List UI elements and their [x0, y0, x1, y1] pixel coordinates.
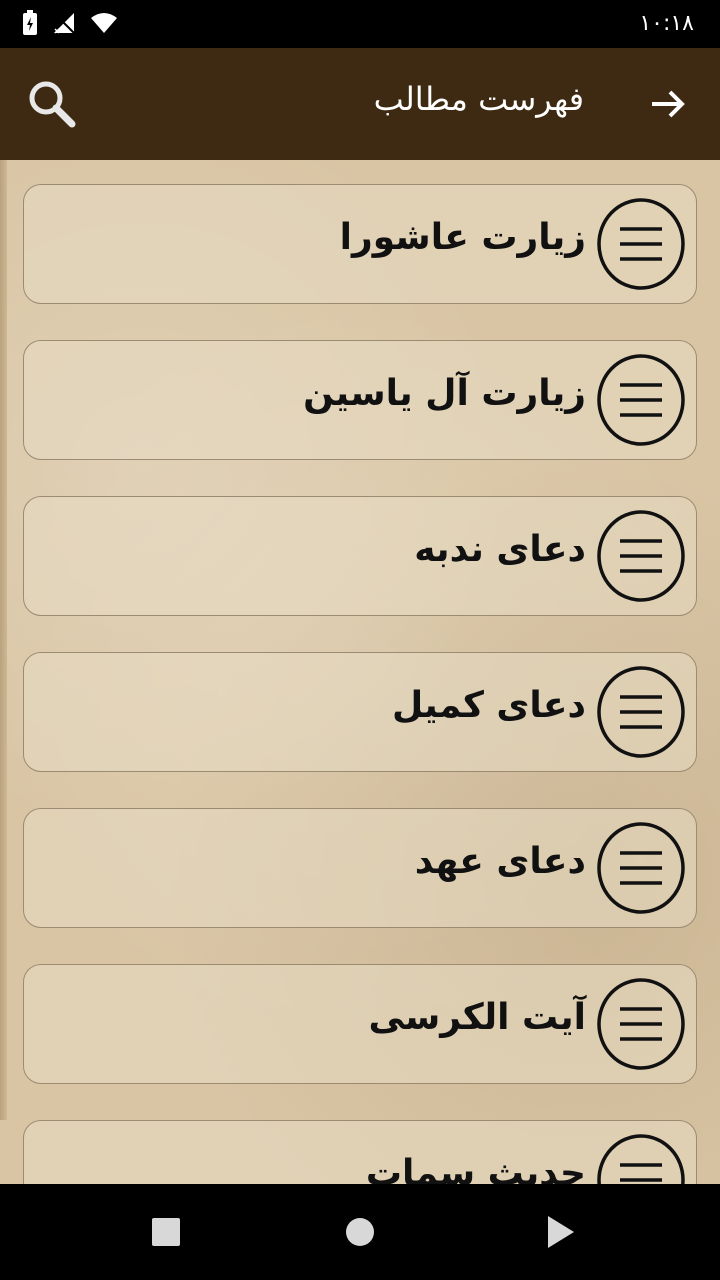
list-item-label: دعای عهد [414, 841, 586, 882]
battery-charging-icon [22, 10, 38, 40]
recents-square-icon [152, 1218, 180, 1246]
signal-off-icon [52, 11, 76, 39]
menu-lines-icon [597, 978, 685, 1070]
back-nav-button[interactable] [542, 1214, 578, 1250]
status-icons [22, 10, 118, 40]
content-list[interactable]: زیارت عاشورا زیارت آل یاسین دعای ندبه دع… [0, 160, 720, 1184]
back-triangle-icon [548, 1216, 574, 1248]
list-item[interactable]: زیارت عاشورا [23, 184, 697, 304]
status-time: ۱۰:۱۸ [639, 11, 694, 36]
menu-lines-icon [597, 354, 685, 446]
system-nav-bar [0, 1184, 720, 1280]
wifi-icon [90, 12, 118, 38]
list-item[interactable]: زیارت آل یاسین [23, 340, 697, 460]
menu-lines-icon [597, 198, 685, 290]
list-item-label: زیارت عاشورا [339, 217, 586, 258]
recents-button[interactable] [148, 1214, 184, 1250]
list-item-label: دعای کمیل [391, 685, 586, 726]
list-item[interactable]: حدیث سمات [23, 1120, 697, 1184]
list-item[interactable]: آیت الکرسی [23, 964, 697, 1084]
list-item-label: دعای ندبه [414, 529, 586, 570]
list-item-label: زیارت آل یاسین [303, 373, 586, 414]
status-bar: ۱۰:۱۸ [0, 0, 720, 48]
list-item-label: آیت الکرسی [368, 997, 586, 1038]
menu-lines-icon [597, 822, 685, 914]
app-bar: فهرست مطالب [0, 48, 720, 160]
search-button[interactable] [24, 76, 80, 132]
arrow-right-icon [652, 90, 685, 118]
list-item[interactable]: دعای ندبه [23, 496, 697, 616]
menu-lines-icon [597, 666, 685, 758]
home-button[interactable] [342, 1214, 378, 1250]
left-edge-decoration [0, 160, 7, 1120]
list-item-label: حدیث سمات [365, 1153, 586, 1184]
list-item[interactable]: دعای عهد [23, 808, 697, 928]
back-button[interactable] [646, 82, 690, 126]
page-title: فهرست مطالب [373, 80, 584, 118]
list-item[interactable]: دعای کمیل [23, 652, 697, 772]
home-circle-icon [346, 1218, 374, 1246]
menu-lines-icon [597, 510, 685, 602]
search-icon [29, 81, 76, 128]
menu-lines-icon [597, 1134, 685, 1184]
